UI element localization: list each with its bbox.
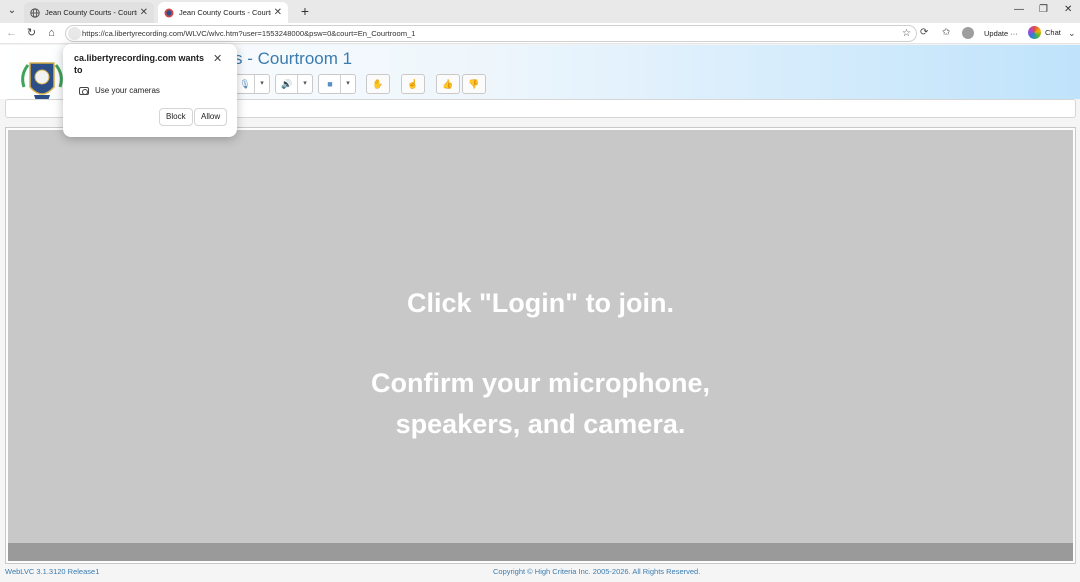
- tab-actions-menu[interactable]: ⌄: [3, 3, 21, 19]
- video-area: Click "Login" to join. Confirm your micr…: [8, 130, 1073, 543]
- url-text: https://ca.libertyrecording.com/WLVC/wlv…: [82, 29, 416, 38]
- thumbs-up-button[interactable]: 👍: [436, 74, 460, 94]
- camera-permission-dialog: ca.libertyrecording.com wants to ✕ Use y…: [63, 44, 237, 137]
- tab-1[interactable]: Jean County Courts - Courtroom 1 ✕: [24, 2, 154, 23]
- address-bar[interactable]: https://ca.libertyrecording.com/WLVC/wlv…: [65, 25, 917, 42]
- minimize-icon[interactable]: —: [1014, 4, 1024, 15]
- site-info-icon[interactable]: [68, 27, 81, 40]
- thumbs-up-icon: 👍: [442, 79, 454, 89]
- speaker-control[interactable]: 🔊 ▾: [275, 74, 313, 94]
- tab-2[interactable]: Jean County Courts - Courtroom 1 ✕: [158, 2, 288, 23]
- camera-icon: [79, 87, 89, 95]
- chevron-down-icon[interactable]: ⌄: [1068, 28, 1076, 39]
- chat-button[interactable]: Chat: [1028, 26, 1061, 39]
- home-icon[interactable]: ⌂: [44, 26, 59, 41]
- confirm-instruction-line2: speakers, and camera.: [395, 409, 686, 439]
- stage-footer-bar: [8, 543, 1073, 561]
- reload-icon[interactable]: ↻: [24, 26, 39, 41]
- back-icon[interactable]: ←: [4, 26, 19, 41]
- join-instruction: Click "Login" to join.: [406, 288, 675, 318]
- version-label: WebLVC 3.1.3120 Release1: [5, 567, 100, 576]
- camera-icon: ■: [327, 79, 333, 89]
- tab-strip: ⌄ Jean County Courts - Courtroom 1 ✕ Jea…: [0, 0, 1080, 23]
- court-seal-favicon-icon: [164, 8, 174, 17]
- hand-icon: ☝: [407, 79, 419, 89]
- speaker-dropdown-chevron-icon[interactable]: ▾: [297, 75, 312, 93]
- thumbs-down-button[interactable]: 👎: [462, 74, 486, 94]
- thumbs-down-icon: 👎: [468, 79, 480, 89]
- restore-icon[interactable]: ❐: [1039, 4, 1048, 15]
- close-icon[interactable]: ✕: [213, 52, 222, 65]
- favorites-icon[interactable]: ✩: [942, 27, 950, 38]
- microphone-control[interactable]: 🎙 ▾: [234, 74, 270, 94]
- tab-title: Jean County Courts - Courtroom 1: [179, 8, 271, 17]
- permission-title: ca.libertyrecording.com wants to: [74, 53, 205, 75]
- profile-avatar[interactable]: [962, 27, 974, 39]
- hand-icon: ✋: [372, 79, 384, 89]
- favorite-star-icon[interactable]: ☆: [902, 28, 911, 39]
- camera-dropdown-chevron-icon[interactable]: ▾: [340, 75, 355, 93]
- close-tab-icon[interactable]: ✕: [274, 7, 282, 18]
- chat-label: Chat: [1045, 28, 1061, 37]
- microphone-icon: 🎙: [239, 79, 251, 89]
- page-title: s - Courtroom 1: [234, 49, 353, 68]
- gesture-button[interactable]: ☝: [401, 74, 425, 94]
- close-tab-icon[interactable]: ✕: [140, 7, 148, 18]
- raise-hand-button[interactable]: ✋: [366, 74, 390, 94]
- copyright-label: Copyright © High Criteria Inc. 2005-2026…: [493, 567, 701, 576]
- speaker-icon: 🔊: [281, 79, 293, 89]
- close-window-icon[interactable]: ✕: [1064, 4, 1072, 15]
- camera-control[interactable]: ■ ▾: [318, 74, 356, 94]
- update-button[interactable]: Update ···: [984, 29, 1018, 38]
- microphone-dropdown-chevron-icon[interactable]: ▾: [254, 75, 269, 93]
- new-tab-button[interactable]: +: [296, 2, 314, 20]
- block-button[interactable]: Block: [159, 108, 193, 126]
- tab-title: Jean County Courts - Courtroom 1: [45, 8, 137, 17]
- confirm-instruction-line1: Confirm your microphone,: [370, 368, 711, 398]
- video-stage: Click "Login" to join. Confirm your micr…: [5, 127, 1076, 564]
- extension-icon[interactable]: ⟳: [920, 27, 928, 38]
- allow-button[interactable]: Allow: [194, 108, 228, 126]
- permission-request-text: Use your cameras: [95, 86, 160, 95]
- copilot-icon: [1028, 26, 1041, 39]
- toolbar: ← ↻ ⌂ https://ca.libertyrecording.com/WL…: [0, 23, 1080, 44]
- globe-icon: [30, 7, 40, 18]
